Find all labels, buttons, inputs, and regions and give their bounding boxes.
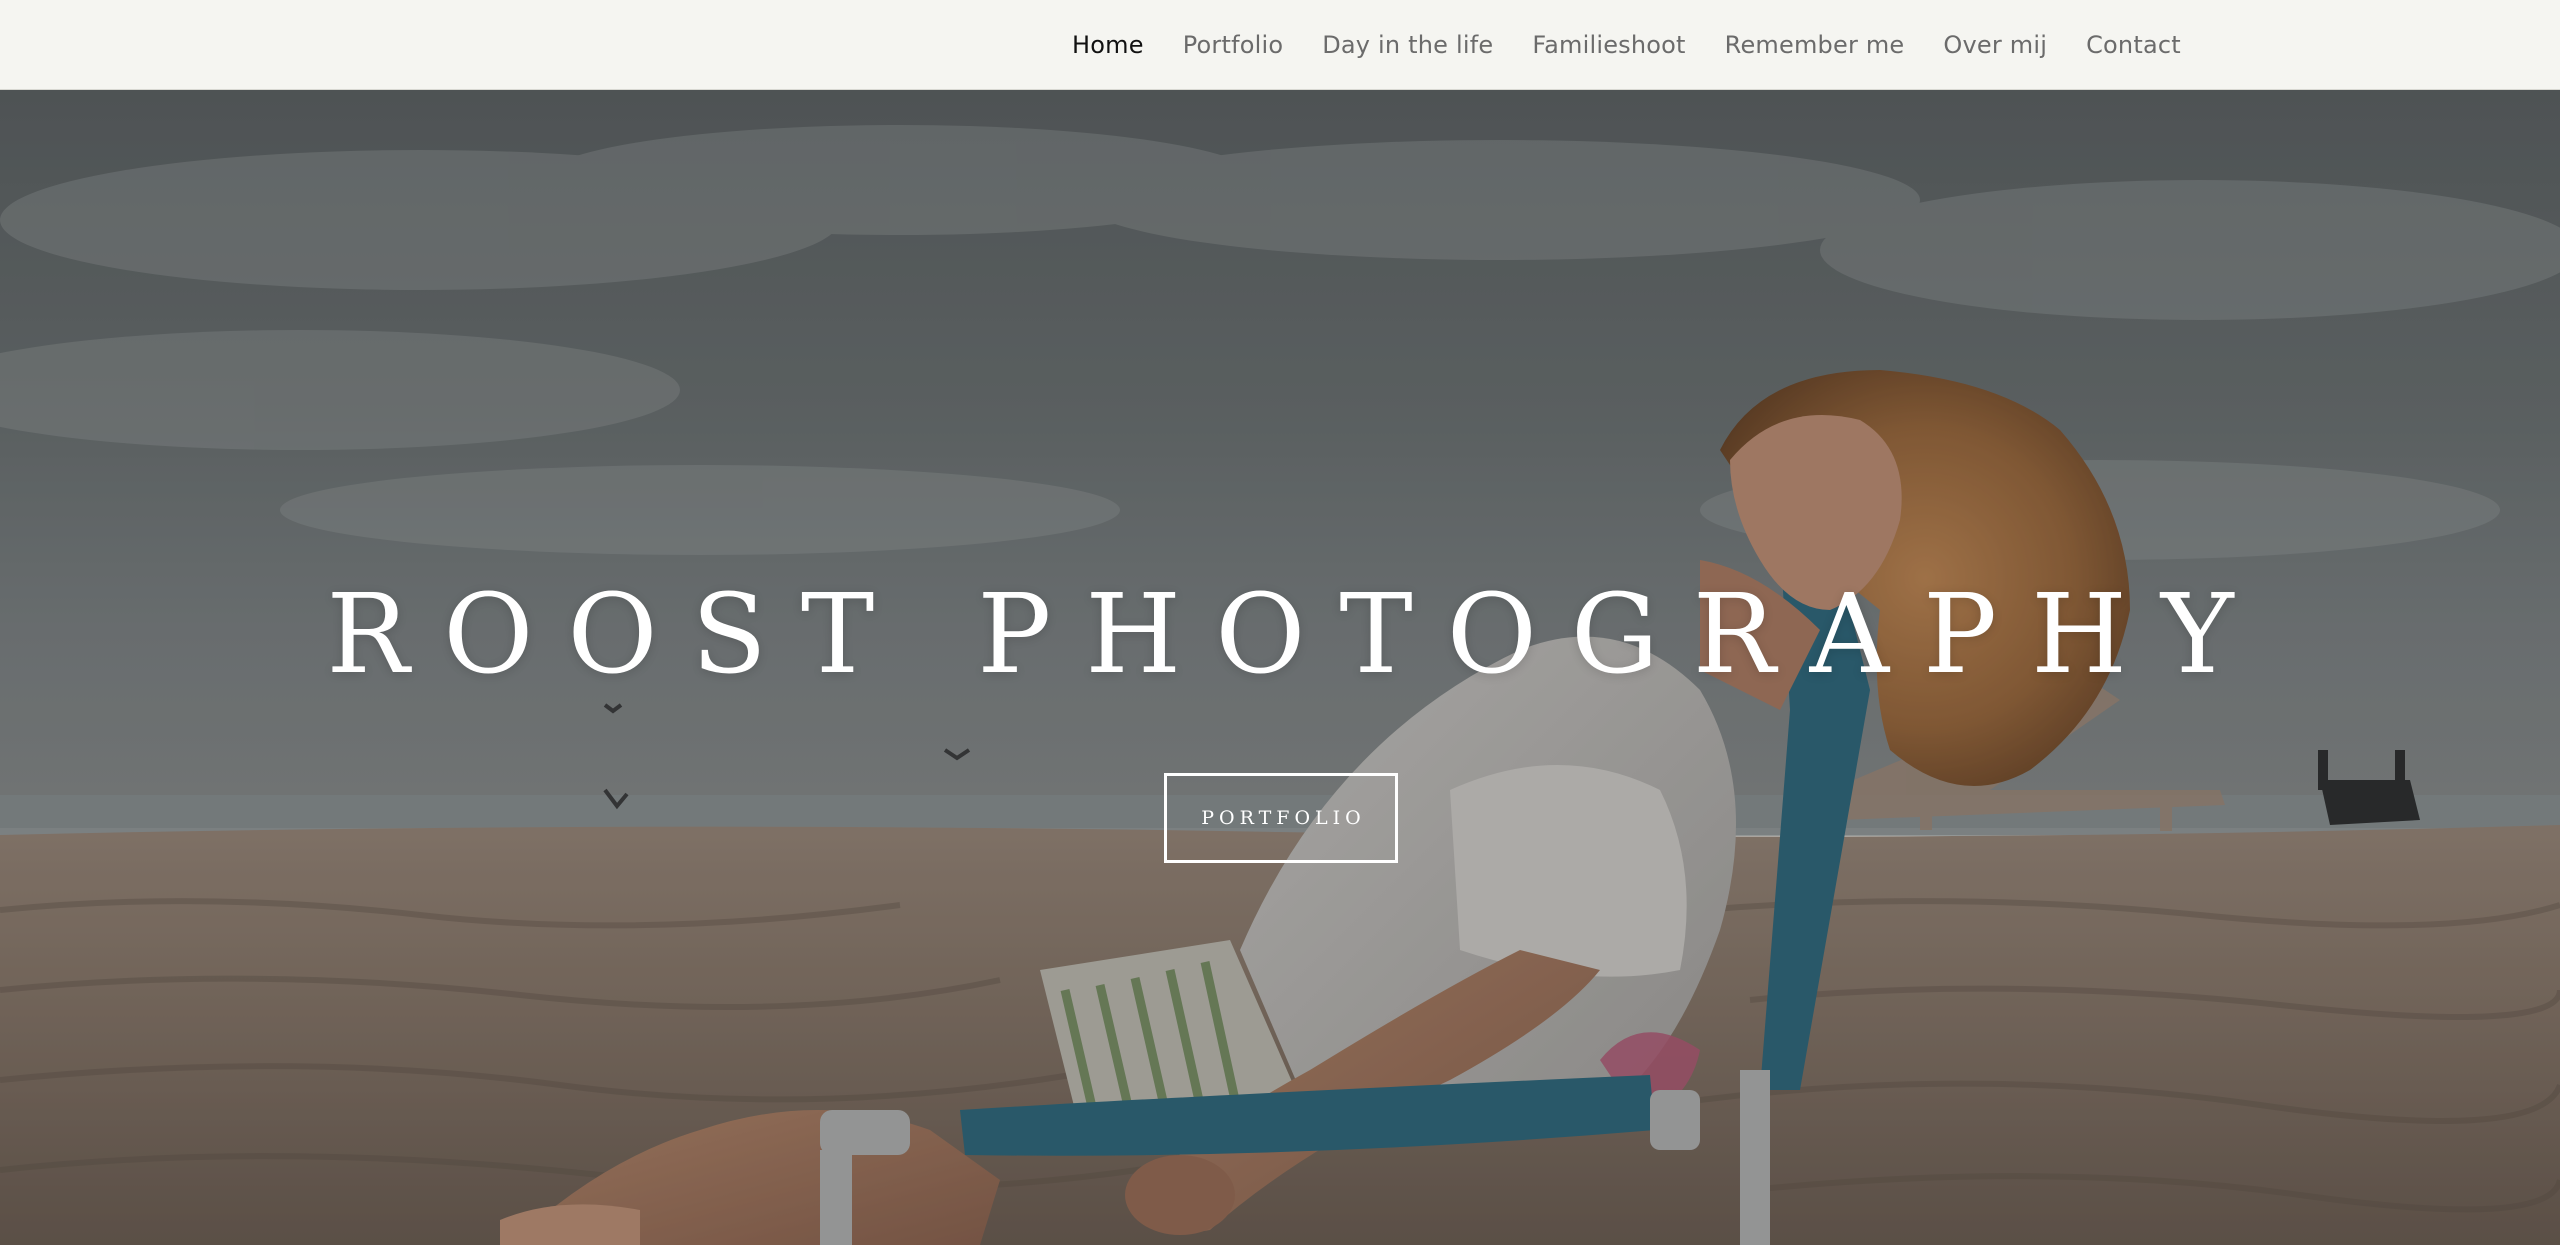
nav-item-familieshoot[interactable]: Familieshoot [1532,31,1685,59]
nav-item-day-in-the-life[interactable]: Day in the life [1322,31,1493,59]
nav-item-remember-me[interactable]: Remember me [1725,31,1905,59]
site-header: Home Portfolio Day in the life Familiesh… [0,0,2560,90]
nav-item-over-mij[interactable]: Over mij [1943,31,2047,59]
nav-item-portfolio[interactable]: Portfolio [1183,31,1284,59]
portfolio-button[interactable]: PORTFOLIO [1164,773,1398,863]
nav-item-contact[interactable]: Contact [2086,31,2181,59]
main-nav: Home Portfolio Day in the life Familiesh… [1072,0,2181,90]
hero-title: ROOST PHOTOGRAPHY [326,570,2268,698]
hero-section: ROOST PHOTOGRAPHY PORTFOLIO [0,90,2560,1245]
nav-item-home[interactable]: Home [1072,31,1144,59]
